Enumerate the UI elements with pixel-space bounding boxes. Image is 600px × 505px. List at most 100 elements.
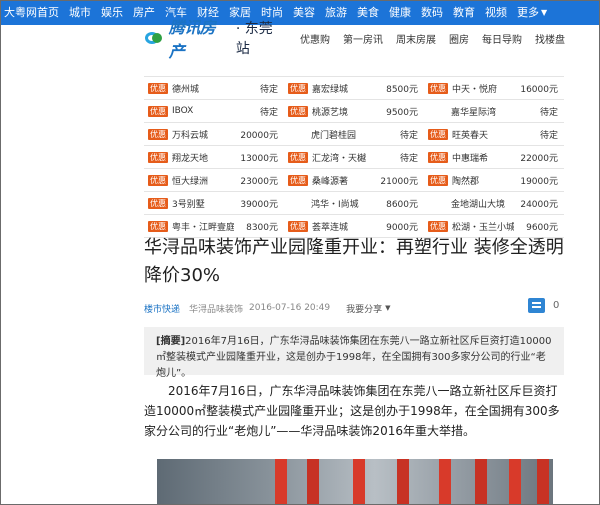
article-meta: 楼市快递 华浔品味装饰 2016-07-16 20:49 我要分享 ▼ (144, 299, 564, 317)
listing-row: 优惠 翔龙天地 13000元 优惠 汇龙湾・天樾 待定 优惠 中惠瑞希 22000元 (144, 146, 564, 169)
top-navigation: 大粤网首页 城市 娱乐 房产 汽车 财经 家居 时尚 美容 旅游 美食 健康 数… (1, 1, 599, 25)
listing-name[interactable]: 桑峰源著 (312, 174, 374, 187)
discount-tag: 优惠 (288, 82, 308, 94)
listing-name[interactable]: 汇龙湾・天樾 (312, 151, 374, 164)
listing-item[interactable]: 虎门碧桂园 待定 (284, 123, 424, 145)
nav-entertainment[interactable]: 娱乐 (96, 1, 128, 25)
nav-more[interactable]: 更多 ▼ (512, 1, 552, 25)
channel-news[interactable]: 第一房讯 (343, 31, 383, 46)
discount-tag: 优惠 (428, 128, 448, 140)
listing-item[interactable]: 优惠 嘉宏绿城 8500元 (284, 77, 424, 99)
listing-name[interactable]: 荟萃连城 (312, 220, 374, 233)
listing-item[interactable]: 优惠 陶然郡 19000元 (424, 169, 564, 191)
listing-name[interactable]: 虎门碧桂园 (311, 128, 374, 141)
listing-name[interactable]: 德州城 (172, 82, 234, 95)
listing-price: 待定 (539, 107, 558, 118)
listing-row: 优惠 恒大绿洲 23000元 优惠 桑峰源著 21000元 优惠 陶然郡 19000元 (144, 169, 564, 192)
channel-weekend-show[interactable]: 周末房展 (396, 31, 436, 46)
listing-name[interactable]: 嘉华星际湾 (451, 105, 514, 118)
listing-name[interactable]: 中惠瑞希 (452, 151, 514, 164)
listing-row: 优惠 万科云城 20000元 虎门碧桂园 待定 优惠 旺英春天 待定 (144, 123, 564, 146)
nav-travel[interactable]: 旅游 (320, 1, 352, 25)
listing-name[interactable]: 嘉宏绿城 (312, 82, 374, 95)
listing-price: 待定 (259, 107, 278, 118)
listing-price: 8600元 (386, 199, 418, 210)
channel-circle[interactable]: 圈房 (449, 31, 469, 46)
nav-home[interactable]: 大粤网首页 (1, 1, 64, 25)
city-label: · 东莞站 (235, 21, 273, 57)
channel-daily-guide[interactable]: 每日导购 (482, 31, 522, 46)
listing-name[interactable]: 粤丰・江畔壹庭 (172, 220, 234, 233)
listing-row: 优惠 IBOX 待定 优惠 桃源艺境 9500元 嘉华星际湾 待定 (144, 100, 564, 123)
discount-tag: 优惠 (148, 151, 168, 163)
discount-tag: 优惠 (148, 197, 168, 209)
listing-item[interactable]: 鸿华・I尚城 8600元 (284, 192, 424, 214)
listing-item[interactable]: 优惠 万科云城 20000元 (144, 123, 284, 145)
site-header: 腾讯房产 · 东莞站 优惠购 第一房讯 周末房展 圈房 每日导购 找楼盘 (145, 18, 565, 61)
site-logo[interactable]: 腾讯房产 (145, 14, 230, 62)
listing-item[interactable]: 嘉华星际湾 待定 (424, 100, 564, 122)
listing-price: 待定 (399, 153, 418, 164)
comment-button[interactable]: 0 (528, 298, 559, 313)
listing-name[interactable]: 翔龙天地 (172, 151, 234, 164)
listing-name[interactable]: IBOX (172, 106, 234, 116)
discount-tag: 优惠 (288, 105, 308, 117)
discount-tag: 优惠 (148, 82, 168, 94)
listing-name[interactable]: 桃源艺境 (312, 105, 374, 118)
listing-item[interactable]: 优惠 3号别墅 39000元 (144, 192, 284, 214)
channel-discount[interactable]: 优惠购 (300, 31, 330, 46)
listing-item[interactable]: 优惠 IBOX 待定 (144, 100, 284, 122)
listing-name[interactable]: 3号别墅 (172, 197, 234, 210)
share-button[interactable]: 我要分享 ▼ (346, 302, 390, 315)
summary-text: 2016年7月16日，广东华浔品味装饰集团在东莞八一路立新社区斥巨资打造1000… (156, 336, 552, 379)
listing-name[interactable]: 金地湖山大境 (451, 197, 514, 210)
listing-name[interactable]: 旺英春天 (452, 128, 514, 141)
article-summary: [摘要]2016年7月16日，广东华浔品味装饰集团在东莞八一路立新社区斥巨资打造… (144, 327, 564, 379)
nav-education[interactable]: 教育 (448, 1, 480, 25)
nav-food[interactable]: 美食 (352, 1, 384, 25)
listing-name[interactable]: 中天・悦府 (452, 82, 514, 95)
discount-tag: 优惠 (148, 174, 168, 186)
listing-item[interactable]: 金地湖山大境 24000元 (424, 192, 564, 214)
listing-name[interactable]: 恒大绿洲 (172, 174, 234, 187)
listing-item[interactable]: 优惠 恒大绿洲 23000元 (144, 169, 284, 191)
listing-item[interactable]: 优惠 桃源艺境 9500元 (284, 100, 424, 122)
listing-item[interactable]: 优惠 中惠瑞希 22000元 (424, 146, 564, 168)
logo-text: 腾讯房产 (168, 18, 216, 61)
nav-health[interactable]: 健康 (384, 1, 416, 25)
listing-row: 优惠 德州城 待定 优惠 嘉宏绿城 8500元 优惠 中天・悦府 16000元 (144, 77, 564, 100)
listing-item[interactable]: 优惠 旺英春天 待定 (424, 123, 564, 145)
listing-name[interactable]: 万科云城 (172, 128, 234, 141)
nav-city[interactable]: 城市 (64, 1, 96, 25)
comment-icon (528, 298, 545, 313)
comment-count: 0 (553, 300, 560, 311)
listing-item[interactable]: 优惠 中天・悦府 16000元 (424, 77, 564, 99)
listing-item[interactable]: 优惠 翔龙天地 13000元 (144, 146, 284, 168)
listing-item[interactable]: 优惠 汇龙湾・天樾 待定 (284, 146, 424, 168)
listing-price: 21000元 (380, 176, 418, 187)
logo-mark-icon (145, 30, 165, 46)
discount-tag: 优惠 (148, 105, 168, 117)
listing-price: 待定 (259, 84, 278, 95)
nav-video[interactable]: 视频 (480, 1, 512, 25)
listing-price: 23000元 (240, 176, 278, 187)
listing-item[interactable]: 优惠 德州城 待定 (144, 77, 284, 99)
discount-tag: 优惠 (288, 220, 308, 232)
listing-name[interactable]: 松湖・玉兰小城 (452, 220, 514, 233)
listing-price: 待定 (399, 130, 418, 141)
chevron-down-icon: ▼ (385, 304, 391, 312)
nav-beauty[interactable]: 美容 (288, 1, 320, 25)
channel-find-project[interactable]: 找楼盘 (535, 31, 565, 46)
listing-price: 20000元 (240, 130, 278, 141)
property-listings: 优惠 德州城 待定 优惠 嘉宏绿城 8500元 优惠 中天・悦府 16000元 优惠 IBOX 待定优… (144, 76, 564, 238)
summary-label: [摘要] (156, 336, 186, 347)
channel-nav: 优惠购 第一房讯 周末房展 圈房 每日导购 找楼盘 (300, 31, 565, 46)
listing-name[interactable]: 鸿华・I尚城 (311, 197, 374, 210)
nav-digital[interactable]: 数码 (416, 1, 448, 25)
listing-row: 优惠 3号别墅 39000元 鸿华・I尚城 8600元 金地湖山大境 24000元 (144, 192, 564, 215)
listing-price: 19000元 (520, 176, 558, 187)
listing-name[interactable]: 陶然郡 (452, 174, 514, 187)
article-source[interactable]: 楼市快递 (144, 302, 180, 315)
listing-item[interactable]: 优惠 桑峰源著 21000元 (284, 169, 424, 191)
discount-tag: 优惠 (288, 174, 308, 186)
